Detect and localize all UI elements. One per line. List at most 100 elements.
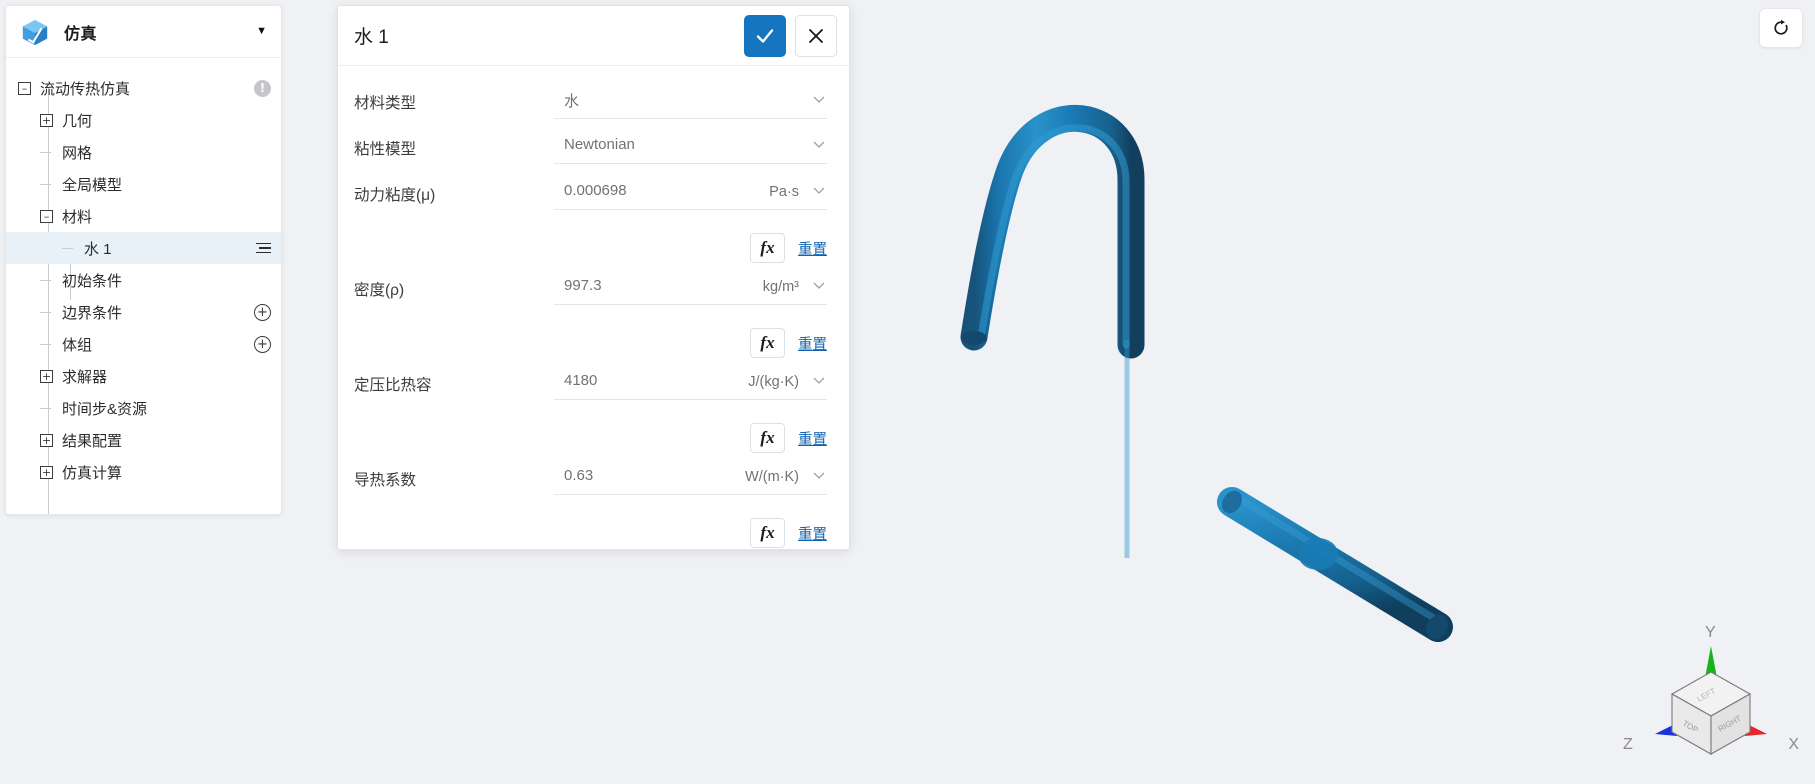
- confirm-button[interactable]: [744, 14, 786, 57]
- tree-item-warning: !: [254, 79, 271, 97]
- tree-item-label: 水 1: [84, 240, 112, 258]
- expand-icon[interactable]: +: [40, 433, 53, 447]
- field-actions-5: fx 重置: [354, 509, 827, 549]
- application-root: LEFT TOP RIGHT Y X Z 仿真 ▼ – 流动传热仿真 ! + 几…: [0, 0, 1815, 784]
- field-label: 材料类型: [354, 95, 417, 112]
- form-row-3: 密度(ρ) 997.3 kg/m³: [354, 273, 827, 319]
- expand-icon[interactable]: +: [40, 369, 53, 383]
- collapse-icon[interactable]: –: [40, 209, 53, 223]
- form-row-4: 定压比热容 4180 J/(kg·K): [354, 368, 827, 414]
- tree-item-8[interactable]: 体组 +: [6, 328, 281, 360]
- number-input[interactable]: 4180: [554, 368, 719, 400]
- tree-item-label: 边界条件: [62, 304, 123, 322]
- tree-item-11[interactable]: + 结果配置: [6, 424, 281, 456]
- chevron-down-icon: [811, 467, 827, 487]
- reset-link[interactable]: 重置: [798, 428, 827, 449]
- tree-branch-icon: [40, 338, 53, 351]
- tree-item-1[interactable]: + 几何: [6, 104, 281, 136]
- number-input[interactable]: 0.63: [554, 463, 719, 495]
- tree-item-5[interactable]: 水 1: [6, 232, 281, 264]
- tree-item-7[interactable]: 边界条件 +: [6, 296, 281, 328]
- unit-selector[interactable]: kg/m³: [719, 273, 827, 305]
- axis-label-x: X: [1788, 736, 1799, 753]
- field-control: 4180 J/(kg·K): [554, 368, 827, 400]
- tree-rows-container: – 流动传热仿真! + 几何 网格 全局模型 – 材料水 1 初始条件 边界条件 + 体组 + + 求解器时…: [6, 72, 281, 488]
- number-input[interactable]: 0.000698: [554, 178, 719, 210]
- tree-item-4[interactable]: – 材料: [6, 200, 281, 232]
- dropdown-toggle[interactable]: [793, 86, 827, 119]
- unit-selector[interactable]: J/(kg·K): [719, 368, 827, 400]
- close-icon: [809, 28, 823, 43]
- unit-selector[interactable]: W/(m·K): [719, 463, 827, 495]
- chevron-down-icon: [811, 372, 827, 392]
- field-actions-4: fx 重置: [354, 414, 827, 463]
- material-properties-dialog: 水 1 材料类型 水粘性模型 Newtonian 动力粘度(μ) 0.000698 Pa·…: [337, 5, 850, 550]
- add-icon[interactable]: +: [254, 303, 271, 321]
- formula-button[interactable]: fx: [750, 233, 785, 263]
- tree-item-label: 材料: [62, 208, 93, 226]
- tree-item-label: 时间步&资源: [62, 400, 148, 418]
- expand-icon[interactable]: +: [40, 465, 53, 479]
- select-value[interactable]: 水: [554, 86, 793, 119]
- tree-item-6[interactable]: 初始条件: [6, 264, 281, 296]
- reset-link[interactable]: 重置: [798, 333, 827, 354]
- field-control: 水: [554, 86, 827, 119]
- cancel-button[interactable]: [795, 14, 837, 57]
- tree-item-9[interactable]: + 求解器: [6, 360, 281, 392]
- field-control: 0.000698 Pa·s: [554, 178, 827, 210]
- tree-branch-icon: [40, 274, 53, 287]
- tree-item-12[interactable]: + 仿真计算: [6, 456, 281, 488]
- chevron-down-icon: [811, 91, 827, 111]
- axis-cube-graphic[interactable]: LEFT TOP RIGHT: [1621, 624, 1801, 774]
- field-control: 0.63 W/(m·K): [554, 463, 827, 495]
- simulation-tree-panel: 仿真 ▼ – 流动传热仿真! + 几何 网格 全局模型 – 材料水 1 初始条件 边界条件 + 体组 +…: [5, 5, 282, 515]
- dialog-body: 材料类型 水粘性模型 Newtonian 动力粘度(μ) 0.000698 Pa·s fx 重…: [338, 66, 849, 549]
- number-input[interactable]: 997.3: [554, 273, 719, 305]
- select-value[interactable]: Newtonian: [554, 132, 793, 164]
- tree-item-add-button: +: [254, 335, 271, 353]
- dropdown-toggle[interactable]: [793, 132, 827, 164]
- rotate-reset-icon: [1774, 19, 1788, 35]
- tree-item-10[interactable]: 时间步&资源: [6, 392, 281, 424]
- axis-orientation-cube[interactable]: LEFT TOP RIGHT Y X Z: [1621, 624, 1801, 774]
- tree-item-label: 初始条件: [62, 272, 123, 290]
- unit-selector[interactable]: Pa·s: [719, 178, 827, 210]
- tree-item-label: 仿真计算: [62, 464, 123, 482]
- expand-icon[interactable]: +: [40, 113, 53, 127]
- add-icon[interactable]: +: [254, 335, 271, 353]
- formula-button[interactable]: fx: [750, 328, 785, 358]
- cube-icon: [22, 19, 48, 45]
- collapse-icon[interactable]: –: [18, 81, 31, 95]
- form-row-0: 材料类型 水: [354, 86, 827, 132]
- reset-link[interactable]: 重置: [798, 523, 827, 544]
- reset-view-button[interactable]: [1759, 8, 1803, 48]
- tree-item-0[interactable]: – 流动传热仿真!: [6, 72, 281, 104]
- tree-item-label: 求解器: [62, 368, 108, 386]
- tree-item-label: 全局模型: [62, 176, 123, 194]
- reset-link[interactable]: 重置: [798, 238, 827, 259]
- field-actions-3: fx 重置: [354, 319, 827, 368]
- field-label: 定压比热容: [354, 377, 432, 394]
- tree-item-2[interactable]: 网格: [6, 136, 281, 168]
- unit-label: Pa·s: [769, 184, 799, 200]
- chevron-down-icon: [811, 182, 827, 202]
- tree-guide-line: [48, 494, 49, 514]
- tree-branch-icon: [40, 146, 53, 159]
- tree-item-3[interactable]: 全局模型: [6, 168, 281, 200]
- form-row-1: 粘性模型 Newtonian: [354, 132, 827, 178]
- menu-icon[interactable]: [256, 242, 271, 254]
- chevron-down-icon[interactable]: ▼: [256, 26, 267, 37]
- dialog-header: 水 1: [338, 6, 849, 66]
- field-control: 997.3 kg/m³: [554, 273, 827, 305]
- tree-item-label: 流动传热仿真: [40, 80, 131, 98]
- tree-branch-icon: [40, 306, 53, 319]
- panel-header: 仿真 ▼: [6, 6, 281, 58]
- formula-button[interactable]: fx: [750, 423, 785, 453]
- tree-item-label: 几何: [62, 112, 93, 130]
- tree-item-menu-button: [256, 242, 271, 254]
- formula-button[interactable]: fx: [750, 518, 785, 548]
- tree-branch-icon: [40, 402, 53, 415]
- chevron-down-icon: [811, 136, 827, 156]
- simulation-tree[interactable]: – 流动传热仿真! + 几何 网格 全局模型 – 材料水 1 初始条件 边界条件 + 体组 + + 求解器时…: [6, 58, 281, 514]
- check-icon: [756, 28, 774, 43]
